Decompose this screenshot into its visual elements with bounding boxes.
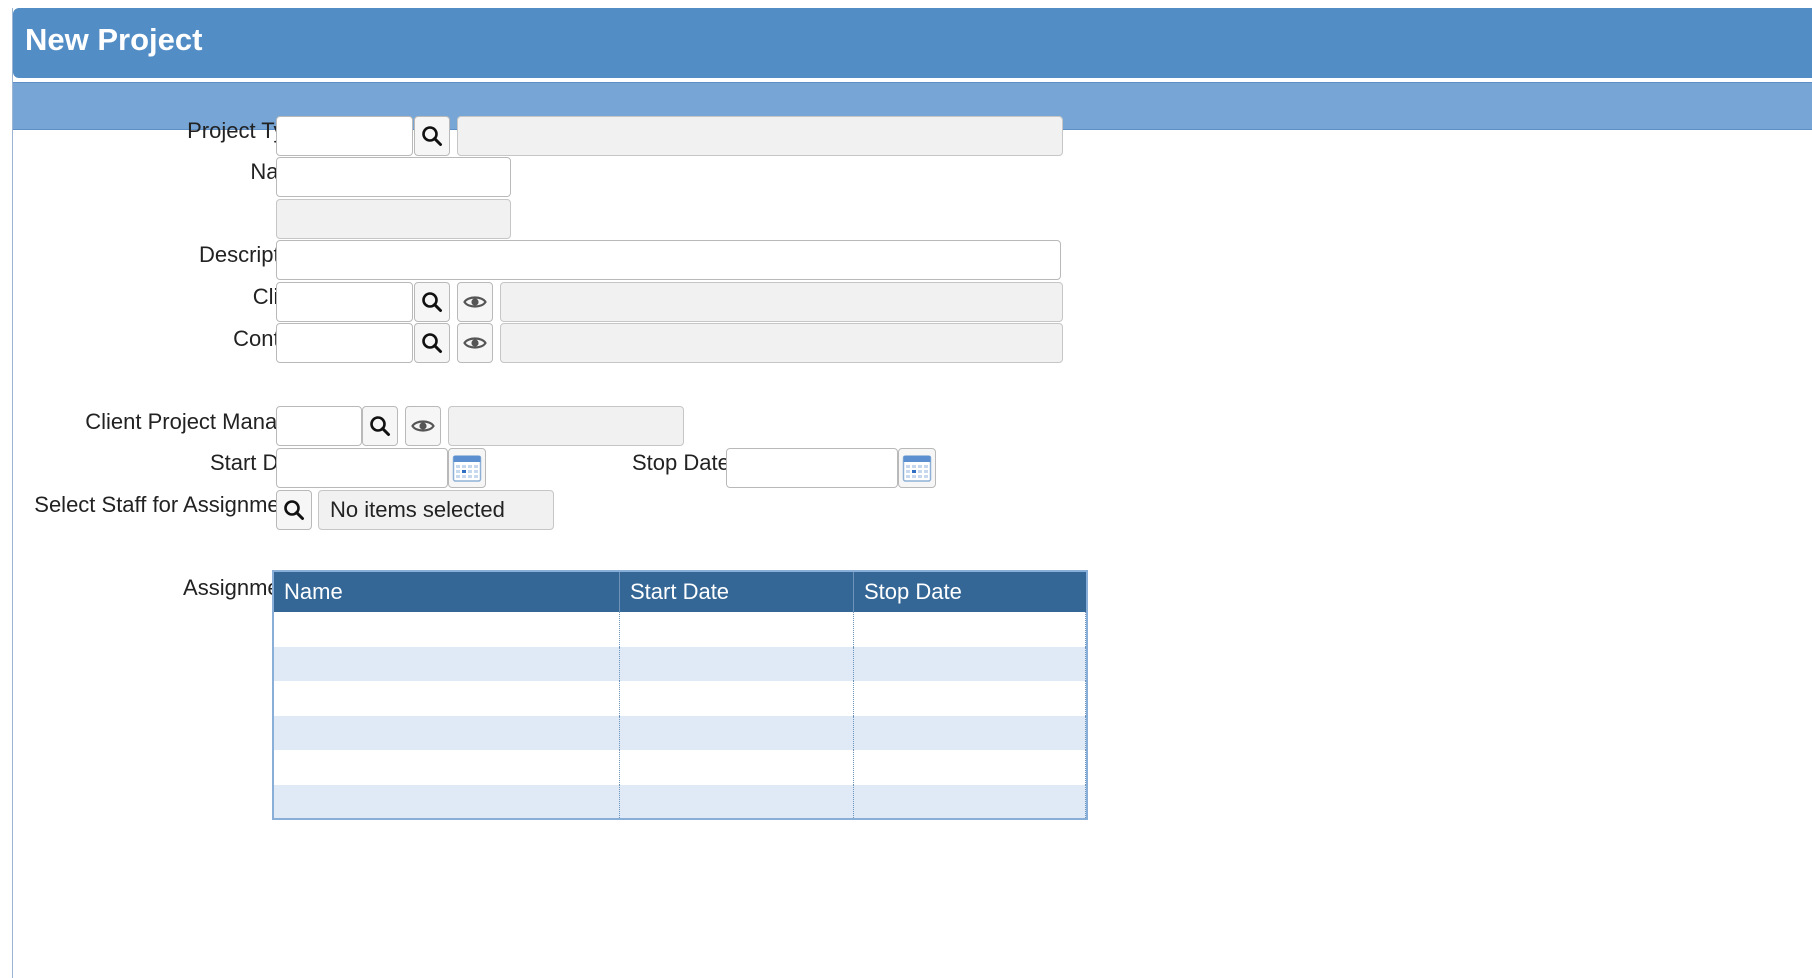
start-date-input[interactable] (276, 448, 448, 488)
column-header-name[interactable]: Name (274, 572, 620, 612)
table-cell (274, 646, 620, 682)
select-staff-label: Select Staff for Assignments (34, 492, 309, 517)
table-cell (854, 715, 1086, 751)
id-field (276, 199, 511, 239)
table-row[interactable] (274, 612, 1086, 647)
eye-icon (463, 296, 487, 308)
column-header-stop-date[interactable]: Stop Date (854, 572, 1086, 612)
table-row[interactable] (274, 784, 1086, 818)
client-view-button[interactable] (457, 282, 493, 322)
project-type-search-button[interactable] (414, 116, 450, 156)
stop-date-label: Stop Date (632, 450, 730, 475)
client-project-manager-name-field (448, 406, 684, 446)
search-icon (422, 292, 442, 312)
table-cell (274, 715, 620, 751)
table-cell (620, 646, 854, 682)
table-row[interactable] (274, 715, 1086, 751)
name-input[interactable] (276, 157, 511, 197)
table-cell (620, 750, 854, 785)
stop-date-input[interactable] (726, 448, 898, 488)
select-staff-search-button[interactable] (276, 490, 312, 530)
table-cell (274, 612, 620, 647)
client-name-field (500, 282, 1063, 322)
table-cell (620, 784, 854, 818)
window-title: New Project (25, 22, 203, 57)
contact-search-button[interactable] (414, 323, 450, 363)
table-row[interactable] (274, 646, 1086, 682)
table-cell (274, 681, 620, 716)
stop-date-calendar-button[interactable] (898, 448, 936, 488)
table-cell (854, 750, 1086, 785)
table-cell (854, 784, 1086, 818)
search-icon (422, 126, 442, 146)
client-code-input[interactable] (276, 282, 413, 322)
start-date-calendar-button[interactable] (448, 448, 486, 488)
table-cell (274, 750, 620, 785)
project-type-description-field (457, 116, 1063, 156)
project-type-code-input[interactable] (276, 116, 413, 156)
search-icon (284, 500, 304, 520)
calendar-icon (902, 455, 932, 482)
client-search-button[interactable] (414, 282, 450, 322)
client-project-manager-code-input[interactable] (276, 406, 362, 446)
client-project-manager-view-button[interactable] (405, 406, 441, 446)
title-bar: New Project (13, 8, 1812, 78)
assignments-grid: Name Start Date Stop Date (272, 570, 1088, 820)
search-icon (422, 333, 442, 353)
table-cell (854, 681, 1086, 716)
table-cell (854, 612, 1086, 647)
assignments-grid-header: Name Start Date Stop Date (274, 572, 1086, 612)
table-cell (620, 612, 854, 647)
contact-view-button[interactable] (457, 323, 493, 363)
client-project-manager-search-button[interactable] (362, 406, 398, 446)
table-cell (620, 681, 854, 716)
table-cell (274, 784, 620, 818)
eye-icon (463, 337, 487, 349)
contact-name-field (500, 323, 1063, 363)
selected-staff-display: No items selected (318, 490, 554, 530)
table-cell (854, 646, 1086, 682)
calendar-icon (452, 455, 482, 482)
table-cell (620, 715, 854, 751)
contact-code-input[interactable] (276, 323, 413, 363)
table-row[interactable] (274, 750, 1086, 785)
column-header-start-date[interactable]: Start Date (620, 572, 854, 612)
eye-icon (411, 420, 435, 432)
table-row[interactable] (274, 681, 1086, 716)
description-input[interactable] (276, 240, 1061, 280)
search-icon (370, 416, 390, 436)
